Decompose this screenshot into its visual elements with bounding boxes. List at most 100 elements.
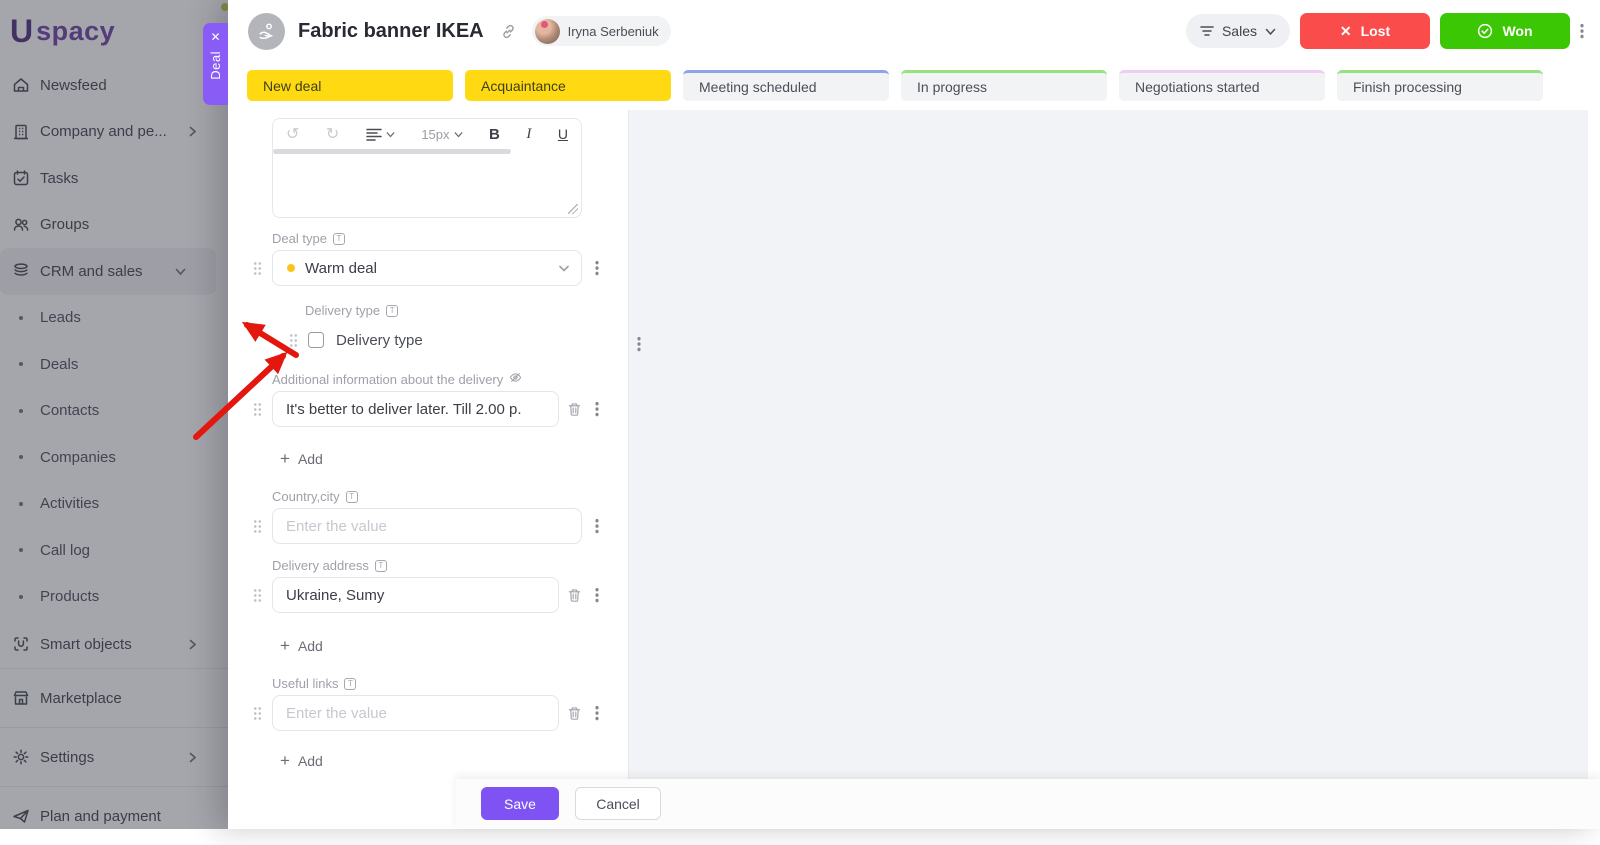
add-label: Add <box>298 753 323 769</box>
stage-label: Negotiations started <box>1135 79 1260 95</box>
chevron-down-icon <box>454 130 463 139</box>
deal-tab-label: Deal <box>208 51 223 80</box>
cancel-button[interactable]: Cancel <box>575 787 661 820</box>
close-icon[interactable]: ✕ <box>210 31 220 43</box>
deal-detail-panel <box>628 110 1588 829</box>
field-row-additional-info <box>272 391 628 427</box>
drag-handle-icon[interactable] <box>253 588 262 603</box>
pipeline-label: Sales <box>1222 23 1257 39</box>
stage-label: Meeting scheduled <box>699 79 817 95</box>
comment-editor: ↺ ↻ 15px B I U <box>272 118 582 218</box>
delivery-address-input[interactable] <box>272 577 559 613</box>
field-kebab-menu[interactable] <box>595 587 599 603</box>
stage-new-deal[interactable]: New deal <box>247 70 453 101</box>
stage-label: In progress <box>917 79 987 95</box>
stage-finish-processing[interactable]: Finish processing <box>1337 70 1543 101</box>
sidebar: U spacy Newsfeed Company and pe... Tasks… <box>0 0 228 829</box>
hand-money-icon <box>256 21 277 42</box>
field-kebab-menu[interactable] <box>595 705 599 721</box>
deal-body: ↺ ↻ 15px B I U <box>228 102 1600 829</box>
drag-handle-icon[interactable] <box>253 402 262 417</box>
country-city-input[interactable] <box>272 508 582 544</box>
align-icon <box>366 127 382 142</box>
stage-negotiations-started[interactable]: Negotiations started <box>1119 70 1325 101</box>
redo-button[interactable]: ↻ <box>326 124 339 144</box>
drag-handle-icon[interactable] <box>253 519 262 534</box>
add-label: Add <box>298 451 323 467</box>
filter-icon <box>1200 25 1214 37</box>
field-type-icon: T <box>333 233 345 245</box>
chevron-down-icon <box>559 259 569 277</box>
add-value-button[interactable]: + Add <box>280 637 323 654</box>
drag-handle-icon[interactable] <box>289 333 298 348</box>
field-kebab-menu[interactable] <box>595 401 599 417</box>
stage-label: New deal <box>263 78 321 94</box>
won-label: Won <box>1502 23 1532 39</box>
field-kebab-menu[interactable] <box>595 518 599 534</box>
field-row-delivery-address <box>272 577 628 613</box>
link-icon[interactable] <box>500 23 517 40</box>
delivery-type-checkbox[interactable] <box>308 332 324 348</box>
deal-owner-chip[interactable]: Iryna Serbeniuk <box>532 16 671 46</box>
deal-title[interactable]: Fabric banner IKEA <box>298 20 484 43</box>
undo-button[interactable]: ↺ <box>286 124 299 144</box>
chevron-down-icon <box>386 130 395 139</box>
align-button[interactable] <box>366 127 395 142</box>
won-button[interactable]: Won <box>1440 13 1570 49</box>
useful-links-input[interactable] <box>272 695 559 731</box>
drag-handle-icon[interactable] <box>253 261 262 276</box>
field-label-delivery-type: Delivery type T <box>305 303 628 318</box>
owner-name: Iryna Serbeniuk <box>568 24 659 39</box>
add-value-button[interactable]: + Add <box>280 450 323 467</box>
deal-panel: Fabric banner IKEA Iryna Serbeniuk Sales… <box>228 0 1600 829</box>
lost-label: Lost <box>1361 23 1391 39</box>
field-row-delivery-type: Delivery type <box>308 329 628 351</box>
avatar <box>535 19 560 44</box>
font-size-select[interactable]: 15px <box>421 127 462 142</box>
lost-button[interactable]: ✕ Lost <box>1300 13 1430 49</box>
plus-icon: + <box>280 637 290 654</box>
deal-header: Fabric banner IKEA Iryna Serbeniuk Sales… <box>228 0 1600 62</box>
font-size-value: 15px <box>421 127 449 142</box>
italic-button[interactable]: I <box>526 126 531 143</box>
deal-type-select[interactable]: Warm deal <box>272 250 582 286</box>
delivery-type-checkbox-label: Delivery type <box>336 332 423 349</box>
save-button[interactable]: Save <box>481 787 559 820</box>
plus-icon: + <box>280 752 290 769</box>
additional-info-input[interactable] <box>272 391 559 427</box>
check-circle-icon <box>1477 23 1493 39</box>
trash-icon[interactable] <box>567 402 582 417</box>
field-type-icon: T <box>346 491 358 503</box>
field-type-icon: T <box>344 678 356 690</box>
pipeline-select[interactable]: Sales <box>1186 14 1290 48</box>
header-kebab-menu[interactable] <box>1580 23 1584 39</box>
deal-panel-tab[interactable]: ✕ Deal <box>203 23 228 105</box>
editor-toolbar: ↺ ↻ 15px B I U <box>273 119 581 149</box>
underline-button[interactable]: U <box>558 126 568 142</box>
stage-acquaintance[interactable]: Acquaintance <box>465 70 671 101</box>
field-label-country-city: Country,city T <box>272 489 628 504</box>
field-label-deal-type: Deal type T <box>272 231 628 246</box>
panel-kebab-menu[interactable] <box>637 336 641 352</box>
modal-dim-overlay <box>0 0 228 829</box>
bold-button[interactable]: B <box>489 126 500 143</box>
chevron-down-icon <box>1265 26 1276 37</box>
field-type-icon: T <box>375 560 387 572</box>
stage-in-progress[interactable]: In progress <box>901 70 1107 101</box>
field-row-deal-type: Warm deal <box>272 250 628 286</box>
add-value-button[interactable]: + Add <box>280 752 323 769</box>
deal-form-column: ↺ ↻ 15px B I U <box>228 102 628 829</box>
field-kebab-menu[interactable] <box>595 260 599 276</box>
trash-icon[interactable] <box>567 588 582 603</box>
field-label-useful-links: Useful links T <box>272 676 628 691</box>
resize-handle-icon[interactable] <box>568 204 578 214</box>
pipeline-stage-bar: New deal Acquaintance Meeting scheduled … <box>247 70 1543 101</box>
stage-meeting-scheduled[interactable]: Meeting scheduled <box>683 70 889 101</box>
editor-content[interactable] <box>273 154 581 212</box>
warm-deal-dot-icon <box>287 264 295 272</box>
trash-icon[interactable] <box>567 706 582 721</box>
add-label: Add <box>298 638 323 654</box>
field-label-additional-info: Additional information about the deliver… <box>272 371 628 387</box>
x-icon: ✕ <box>1340 23 1352 40</box>
drag-handle-icon[interactable] <box>253 706 262 721</box>
